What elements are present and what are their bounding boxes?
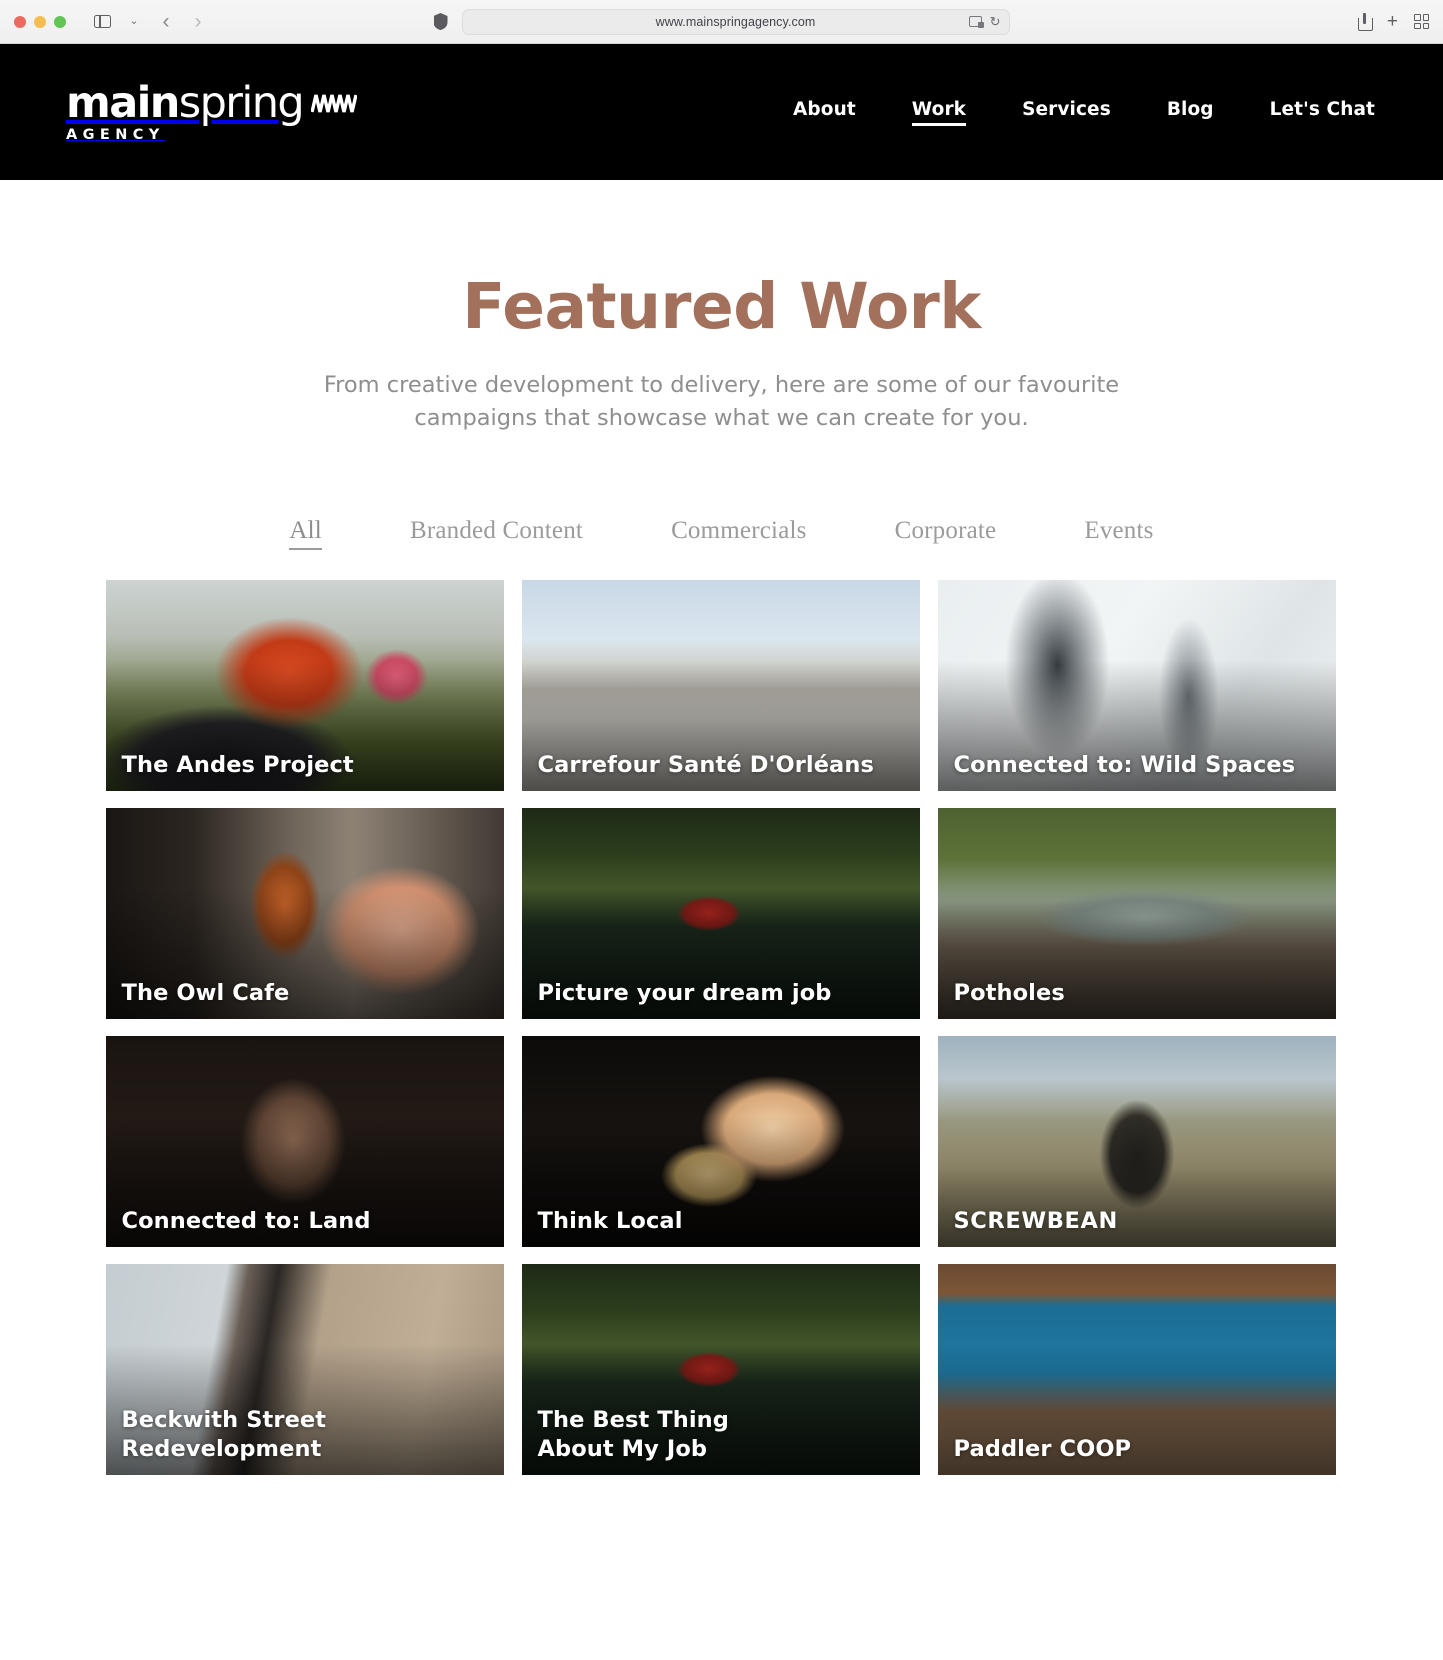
work-filter-tabs: All Branded Content Commercials Corporat… (0, 517, 1443, 550)
work-card[interactable]: Carrefour Santé D'Orléans (521, 579, 920, 791)
sidebar-options-button[interactable]: ⌄ (120, 9, 148, 35)
extension-icon[interactable] (968, 16, 984, 28)
tab-overview-icon[interactable] (1414, 14, 1429, 29)
logo-text: mainspring (66, 81, 305, 125)
new-tab-icon[interactable]: + (1387, 12, 1398, 31)
reload-icon[interactable]: ↻ (990, 15, 1001, 28)
chevron-right-icon: › (194, 10, 202, 33)
work-card-title: Connected to: Wild Spaces (953, 751, 1296, 778)
filter-tab-events[interactable]: Events (1040, 517, 1197, 550)
address-bar-container: www.mainspringagency.com ↻ (0, 8, 1443, 35)
logo-text-bold: main (66, 77, 180, 128)
work-card[interactable]: The Best Thing About My Job (521, 1263, 920, 1475)
logo-subtitle: AGENCY (66, 126, 165, 143)
logo-text-light: spring (178, 77, 305, 128)
work-card-title: The Andes Project (121, 751, 354, 778)
window-traffic-lights (14, 15, 66, 28)
nav-item-work[interactable]: Work (911, 99, 967, 126)
work-card[interactable]: The Andes Project (105, 579, 504, 791)
toolbar-right-controls: + (1357, 12, 1429, 31)
chevron-down-icon: ⌄ (129, 15, 139, 27)
filter-tab-branded-content[interactable]: Branded Content (366, 517, 627, 550)
work-card-title: Beckwith Street Redevelopment (121, 1407, 327, 1462)
filter-tab-corporate[interactable]: Corporate (851, 517, 1041, 550)
nav-item-about[interactable]: About (793, 99, 856, 126)
work-card[interactable]: Beckwith Street Redevelopment (105, 1263, 504, 1475)
forward-button[interactable]: › (184, 9, 212, 35)
work-card[interactable]: Connected to: Land (105, 1035, 504, 1247)
page-title: Featured Work (462, 270, 981, 343)
page-subtitle: From creative development to delivery, h… (323, 372, 1120, 431)
close-window-button[interactable] (14, 15, 26, 28)
site-header: mainspring AGENCY About Work Services Bl… (0, 44, 1443, 180)
work-card[interactable]: Paddler COOP (937, 1263, 1336, 1475)
main-navigation: About Work Services Blog Let's Chat (793, 99, 1375, 126)
work-card[interactable]: SCREWBEAN (937, 1035, 1336, 1247)
chevron-left-icon: ‹ (162, 10, 170, 33)
site-logo[interactable]: mainspring AGENCY (66, 81, 358, 143)
work-card-title: SCREWBEAN (953, 1207, 1118, 1234)
minimize-window-button[interactable] (34, 15, 46, 28)
spring-zigzag-icon (311, 94, 358, 113)
work-card[interactable]: Potholes (937, 807, 1336, 1019)
work-card[interactable]: Picture your dream job (521, 807, 920, 1019)
work-card-title: Paddler COOP (953, 1435, 1132, 1462)
nav-item-services[interactable]: Services (1022, 99, 1111, 126)
page-content: Featured Work From creative development … (0, 180, 1443, 1475)
toolbar-left-controls: ⌄ ‹ › (88, 9, 212, 35)
work-card-title: The Owl Cafe (121, 979, 290, 1006)
nav-item-lets-chat[interactable]: Let's Chat (1270, 99, 1375, 126)
nav-item-blog[interactable]: Blog (1167, 99, 1214, 126)
sidebar-icon (93, 15, 111, 28)
work-grid: The Andes Project Carrefour Santé D'Orléa… (105, 579, 1338, 1475)
browser-toolbar: ⌄ ‹ › www.mainspringagency.com ↻ + (0, 0, 1443, 44)
work-card[interactable]: Connected to: Wild Spaces (937, 579, 1336, 791)
address-bar[interactable]: www.mainspringagency.com ↻ (461, 8, 1010, 35)
filter-tab-all[interactable]: All (245, 517, 366, 550)
address-bar-actions: ↻ (968, 10, 1001, 34)
work-card-title: Carrefour Santé D'Orléans (537, 751, 874, 778)
privacy-shield-icon[interactable] (434, 13, 448, 30)
work-card-title: Picture your dream job (537, 979, 832, 1006)
logo-wordmark: mainspring (66, 81, 358, 125)
url-text: www.mainspringagency.com (655, 14, 816, 29)
work-card-title: Potholes (953, 979, 1065, 1006)
work-card-title: Think Local (537, 1207, 683, 1234)
back-button[interactable]: ‹ (152, 9, 180, 35)
work-card[interactable]: Think Local (521, 1035, 920, 1247)
zoom-window-button[interactable] (54, 15, 66, 28)
filter-tab-commercials[interactable]: Commercials (627, 517, 851, 550)
sidebar-toggle-button[interactable] (88, 9, 116, 35)
share-icon[interactable] (1357, 13, 1373, 31)
work-card[interactable]: The Owl Cafe (105, 807, 504, 1019)
work-card-title: The Best Thing About My Job (537, 1407, 729, 1462)
work-card-title: Connected to: Land (121, 1207, 371, 1234)
